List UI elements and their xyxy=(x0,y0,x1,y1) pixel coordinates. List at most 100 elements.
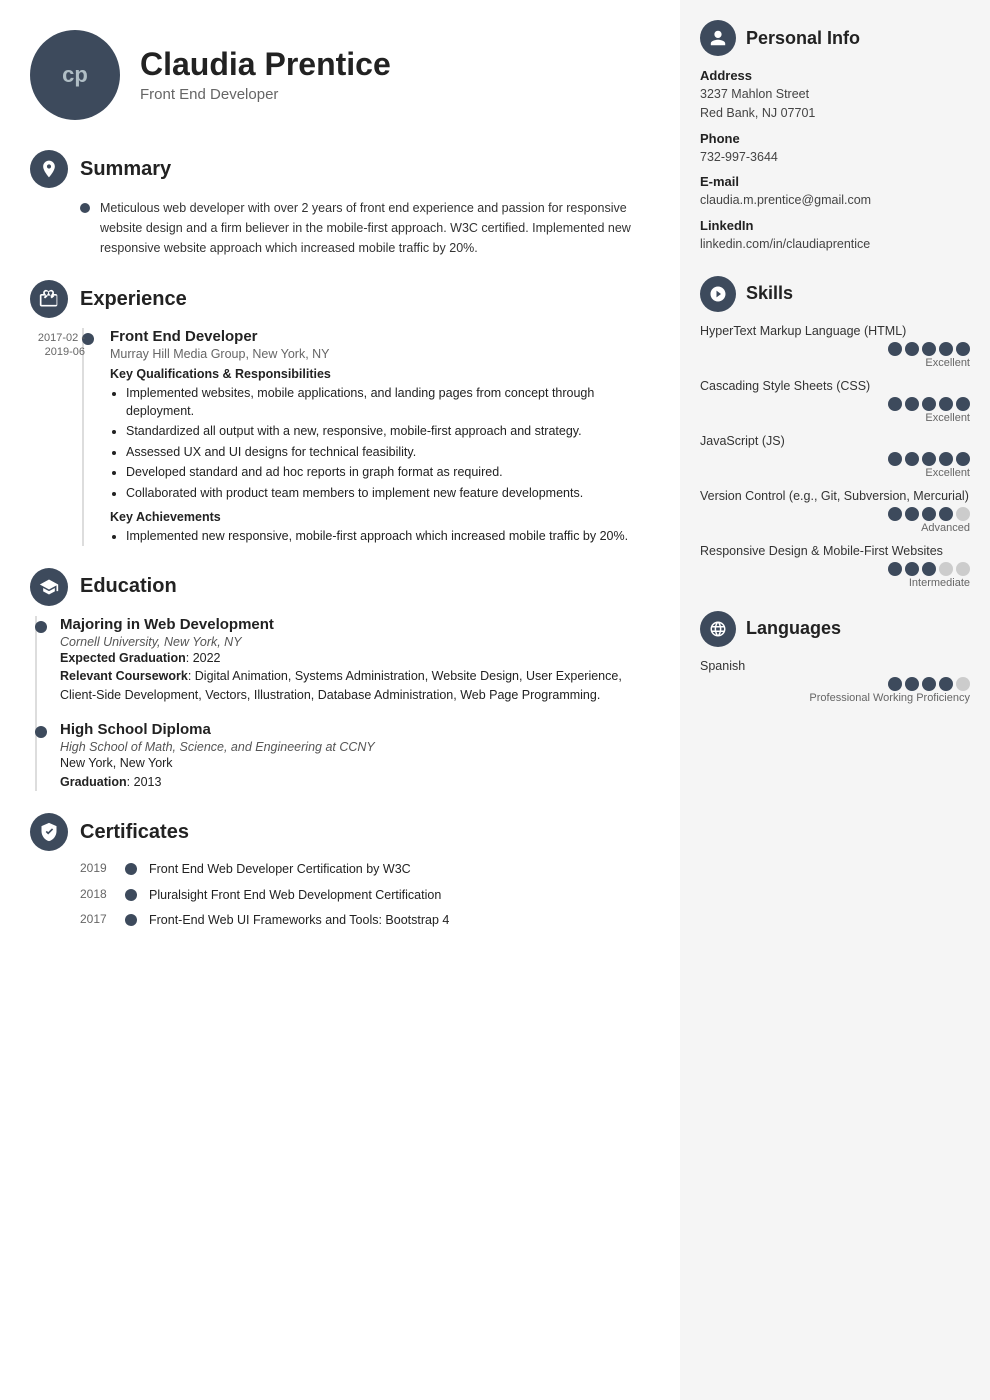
skill-dot xyxy=(888,342,902,356)
skill-dot xyxy=(888,562,902,576)
skill-item-1: Cascading Style Sheets (CSS) Excellent xyxy=(700,379,970,424)
achieve-item: Implemented new responsive, mobile-first… xyxy=(126,528,660,546)
lang-level-0: Professional Working Proficiency xyxy=(700,692,970,704)
avatar-initials: cp xyxy=(62,62,88,88)
skill-dot xyxy=(939,562,953,576)
skill-dots-2 xyxy=(700,452,970,466)
languages-icon xyxy=(700,611,736,647)
achievements-list: Implemented new responsive, mobile-first… xyxy=(110,528,660,546)
skill-name-1: Cascading Style Sheets (CSS) xyxy=(700,379,970,393)
email-label: E-mail xyxy=(700,174,970,189)
resp-item: Implemented websites, mobile application… xyxy=(126,385,660,420)
experience-title: Experience xyxy=(80,288,187,311)
cert-item-1: 2018 Pluralsight Front End Web Developme… xyxy=(80,887,660,905)
key-achieve-label: Key Achievements xyxy=(110,510,660,524)
skill-dot xyxy=(939,452,953,466)
education-icon xyxy=(30,568,68,606)
skill-name-0: HyperText Markup Language (HTML) xyxy=(700,324,970,338)
skill-name-4: Responsive Design & Mobile-First Website… xyxy=(700,544,970,558)
responsibilities-list: Implemented websites, mobile application… xyxy=(110,385,660,502)
skill-dot xyxy=(939,397,953,411)
skill-dot xyxy=(905,342,919,356)
skill-dot xyxy=(956,452,970,466)
skill-name-2: JavaScript (JS) xyxy=(700,434,970,448)
summary-bullet-dot xyxy=(80,203,90,213)
skill-dot xyxy=(888,452,902,466)
summary-section: Summary Meticulous web developer with ov… xyxy=(30,150,660,258)
cert-year-2: 2017 xyxy=(80,912,125,926)
skill-level-3: Advanced xyxy=(700,522,970,534)
education-timeline: Majoring in Web Development Cornell Univ… xyxy=(30,616,660,792)
skill-dot xyxy=(956,562,970,576)
resp-item: Developed standard and ad hoc reports in… xyxy=(126,464,660,482)
cert-year-0: 2019 xyxy=(80,861,125,875)
skills-section: Skills HyperText Markup Language (HTML) … xyxy=(700,276,970,589)
cert-item-2: 2017 Front-End Web UI Frameworks and Too… xyxy=(80,912,660,930)
resume-header: cp Claudia Prentice Front End Developer xyxy=(30,30,660,120)
skill-item-0: HyperText Markup Language (HTML) Excelle… xyxy=(700,324,970,369)
skill-dot xyxy=(922,452,936,466)
skills-icon xyxy=(700,276,736,312)
education-section: Education Majoring in Web Development Co… xyxy=(30,568,660,792)
summary-text: Meticulous web developer with over 2 yea… xyxy=(100,198,660,258)
phone-value: 732-997-3644 xyxy=(700,148,970,167)
linkedin-value: linkedin.com/in/claudiaprentice xyxy=(700,235,970,254)
skill-dot xyxy=(888,397,902,411)
skill-item-2: JavaScript (JS) Excellent xyxy=(700,434,970,479)
cert-text-1: Pluralsight Front End Web Development Ce… xyxy=(149,887,441,905)
skill-dot xyxy=(922,397,936,411)
resp-item: Collaborated with product team members t… xyxy=(126,485,660,503)
exp-date-0: 2017-02 - 2019-06 xyxy=(30,331,85,360)
address-line1: 3237 Mahlon Street xyxy=(700,85,970,104)
edu-school-1: High School of Math, Science, and Engine… xyxy=(60,740,660,754)
linkedin-label: LinkedIn xyxy=(700,218,970,233)
skill-item-3: Version Control (e.g., Git, Subversion, … xyxy=(700,489,970,534)
cert-item-0: 2019 Front End Web Developer Certificati… xyxy=(80,861,660,879)
education-title: Education xyxy=(80,575,177,598)
cert-dot-1 xyxy=(125,889,137,901)
lang-dot xyxy=(939,677,953,691)
skill-dot xyxy=(922,342,936,356)
personal-info-section: Personal Info Address 3237 Mahlon Street… xyxy=(700,20,970,254)
edu-item-0: Majoring in Web Development Cornell Univ… xyxy=(60,616,660,705)
lang-dots-0 xyxy=(700,677,970,691)
edu-dot-1 xyxy=(35,726,47,738)
cert-dot-0 xyxy=(125,863,137,875)
skill-dot xyxy=(939,507,953,521)
personal-info-icon xyxy=(700,20,736,56)
skill-dot xyxy=(956,342,970,356)
skill-dot xyxy=(956,507,970,521)
lang-item-0: Spanish Professional Working Proficiency xyxy=(700,659,970,704)
lang-dot xyxy=(905,677,919,691)
resp-item: Assessed UX and UI designs for technical… xyxy=(126,444,660,462)
skill-dot xyxy=(905,452,919,466)
job-company-0: Murray Hill Media Group, New York, NY xyxy=(110,347,660,361)
key-qual-label: Key Qualifications & Responsibilities xyxy=(110,367,660,381)
skill-level-0: Excellent xyxy=(700,357,970,369)
edu-degree-1: High School Diploma xyxy=(60,721,660,738)
skill-name-3: Version Control (e.g., Git, Subversion, … xyxy=(700,489,970,503)
experience-section: Experience 2017-02 - 2019-06 Front End D… xyxy=(30,280,660,546)
summary-icon xyxy=(30,150,68,188)
skill-dot xyxy=(905,562,919,576)
edu-dot-0 xyxy=(35,621,47,633)
experience-icon xyxy=(30,280,68,318)
lang-dot xyxy=(956,677,970,691)
skill-dots-3 xyxy=(700,507,970,521)
experience-timeline: 2017-02 - 2019-06 Front End Developer Mu… xyxy=(30,328,660,546)
candidate-name: Claudia Prentice xyxy=(140,47,391,82)
lang-dot xyxy=(888,677,902,691)
avatar: cp xyxy=(30,30,120,120)
cert-text-0: Front End Web Developer Certification by… xyxy=(149,861,411,879)
edu-detail-1: New York, New York Graduation: 2013 xyxy=(60,754,660,792)
skills-title: Skills xyxy=(746,283,793,304)
skill-level-1: Excellent xyxy=(700,412,970,424)
candidate-title: Front End Developer xyxy=(140,86,391,103)
phone-label: Phone xyxy=(700,131,970,146)
edu-item-1: High School Diploma High School of Math,… xyxy=(60,721,660,792)
exp-item-0: 2017-02 - 2019-06 Front End Developer Mu… xyxy=(110,328,660,546)
job-title-0: Front End Developer xyxy=(110,328,660,345)
certificates-section: Certificates 2019 Front End Web Develope… xyxy=(30,813,660,930)
skill-dot xyxy=(905,397,919,411)
personal-info-title: Personal Info xyxy=(746,28,860,49)
